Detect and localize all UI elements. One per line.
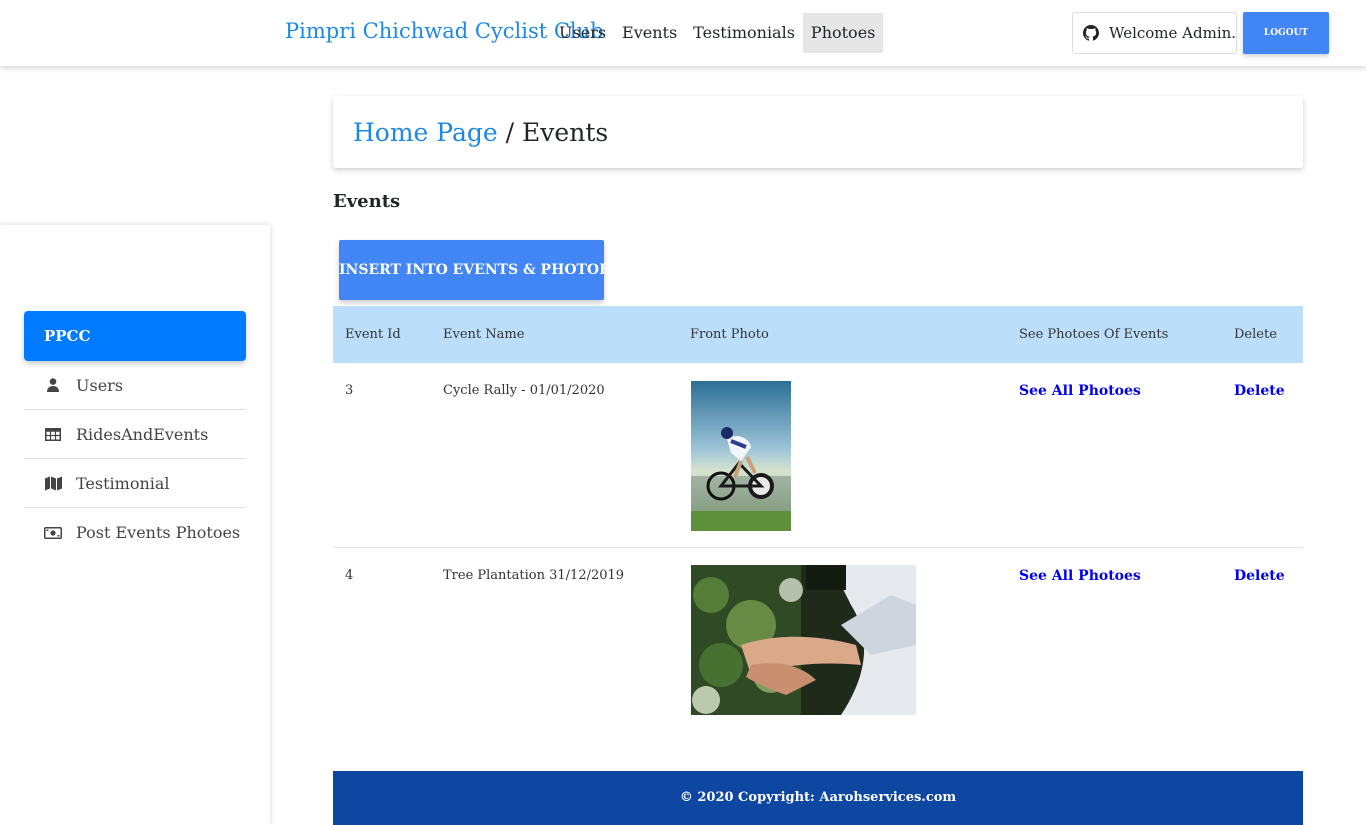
- front-photo-cyclist: [691, 381, 791, 531]
- table-row: 3 Cycle Rally - 01/01/2020 See All Photo…: [333, 363, 1303, 548]
- sidebar-item-label: Post Events Photoes: [76, 523, 241, 542]
- breadcrumb: Home Page / Events: [333, 96, 1303, 168]
- sidebar: PPCC Users RidesAndEvents Testimonial Po…: [0, 225, 270, 825]
- nav-link-users[interactable]: Users: [551, 13, 614, 53]
- top-navbar: Pimpri Chichwad Cyclist Club Users Event…: [0, 0, 1366, 66]
- breadcrumb-separator: /: [505, 118, 515, 147]
- welcome-admin-button[interactable]: Welcome Admin..: [1072, 12, 1237, 54]
- insert-events-photoes-button[interactable]: INSERT INTO EVENTS & PHOTOES: [339, 240, 620, 300]
- event-name: Cycle Rally - 01/01/2020: [443, 383, 605, 398]
- github-icon: [1083, 25, 1099, 41]
- sidebar-item-post-events-photoes[interactable]: Post Events Photoes: [24, 508, 246, 557]
- table-header: Event Id Event Name Front Photo See Phot…: [333, 306, 1303, 363]
- breadcrumb-home-link[interactable]: Home Page: [353, 118, 498, 147]
- table-icon: [44, 427, 62, 441]
- sidebar-item-label: Testimonial: [76, 473, 170, 493]
- header-delete: Delete: [1234, 327, 1277, 342]
- header-front-photo: Front Photo: [690, 327, 769, 342]
- sidebar-list: Users RidesAndEvents Testimonial Post Ev…: [24, 361, 246, 557]
- nav-link-events[interactable]: Events: [614, 13, 685, 53]
- header-event-name: Event Name: [443, 327, 525, 342]
- events-table: Event Id Event Name Front Photo See Phot…: [333, 306, 1303, 732]
- nav-links: Users Events Testimonials Photoes: [551, 13, 884, 53]
- page-title: Events: [333, 191, 401, 212]
- event-id: 3: [345, 383, 354, 398]
- sidebar-item-label: RidesAndEvents: [76, 424, 209, 444]
- nav-link-photoes[interactable]: Photoes: [802, 13, 884, 53]
- see-all-photoes-link[interactable]: See All Photoes: [1019, 568, 1141, 584]
- delete-link[interactable]: Delete: [1234, 383, 1285, 399]
- table-row: 4 Tree Plantation 31/12/2019 See All Pho…: [333, 548, 1303, 732]
- sidebar-brand[interactable]: PPCC: [24, 311, 246, 361]
- sidebar-item-testimonial[interactable]: Testimonial: [24, 459, 246, 508]
- money-bill-icon: [44, 526, 62, 539]
- user-icon: [44, 378, 62, 392]
- sidebar-item-users[interactable]: Users: [24, 361, 246, 410]
- footer-copyright: © 2020 Copyright: Aarohservices.com: [679, 790, 957, 805]
- footer: © 2020 Copyright: Aarohservices.com: [333, 771, 1303, 825]
- delete-link[interactable]: Delete: [1234, 568, 1285, 584]
- sidebar-item-label: Users: [76, 375, 124, 395]
- map-icon: [44, 476, 62, 491]
- front-photo-tree-plantation: [691, 565, 916, 715]
- welcome-text: Welcome Admin..: [1109, 24, 1237, 42]
- sidebar-item-ridesandevents[interactable]: RidesAndEvents: [24, 410, 246, 459]
- see-all-photoes-link[interactable]: See All Photoes: [1019, 383, 1141, 399]
- logout-button[interactable]: LOGOUT: [1243, 12, 1329, 54]
- header-event-id: Event Id: [345, 327, 401, 342]
- header-see-photoes: See Photoes Of Events: [1019, 327, 1169, 342]
- event-id: 4: [345, 568, 354, 583]
- event-name: Tree Plantation 31/12/2019: [443, 568, 625, 583]
- nav-link-testimonials[interactable]: Testimonials: [685, 13, 803, 53]
- breadcrumb-current: Events: [522, 118, 609, 147]
